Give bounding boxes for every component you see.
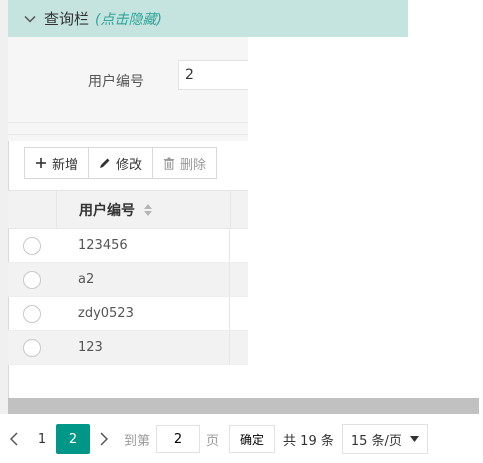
edit-button-label: 修改 <box>116 157 143 173</box>
table-header: 用户编号 <box>8 190 248 229</box>
row-radio[interactable] <box>23 270 41 289</box>
plus-icon <box>36 158 46 168</box>
pagination: 1 2 到第 页 确定 共 19 条 15 条/页 <box>0 424 428 454</box>
add-button[interactable]: 新增 <box>24 147 90 179</box>
user-id-input[interactable] <box>178 60 258 90</box>
row-radio[interactable] <box>23 236 41 255</box>
divider <box>8 134 248 135</box>
table-row[interactable]: 123456 <box>8 229 248 263</box>
table-row[interactable]: a2 <box>8 263 248 297</box>
page-size-select[interactable]: 15 条/页 <box>341 424 428 454</box>
next-page-button[interactable] <box>90 424 118 454</box>
chevron-right-icon <box>100 432 108 446</box>
edit-button[interactable]: 修改 <box>88 147 154 179</box>
goto-confirm-button[interactable]: 确定 <box>229 425 276 453</box>
blank-area <box>248 37 483 388</box>
query-bar-header[interactable]: 查询栏 (点击隐藏) <box>8 0 409 37</box>
prev-page-button[interactable] <box>0 424 28 454</box>
divider <box>8 122 248 123</box>
page-size-value: 15 条/页 <box>350 433 402 449</box>
chevron-left-icon <box>10 432 18 446</box>
total-count: 共 19 条 <box>283 433 334 449</box>
user-id-cell: 123 <box>56 331 230 364</box>
horizontal-scrollbar[interactable] <box>8 398 479 414</box>
goto-prefix: 到第 <box>124 433 151 449</box>
row-radio[interactable] <box>23 338 41 357</box>
sort-icon[interactable] <box>143 203 153 217</box>
table-row[interactable]: 123 <box>8 331 248 365</box>
form-footer <box>8 105 248 141</box>
delete-button[interactable]: 删除 <box>152 147 218 179</box>
data-table: 用户编号 123456 a2 zdy0523 123 <box>8 190 248 365</box>
header-select-cell <box>8 191 57 228</box>
table-row[interactable]: zdy0523 <box>8 297 248 331</box>
table-toolbar: 新增 修改 删除 <box>24 147 218 179</box>
goto-suffix: 页 <box>206 433 220 449</box>
user-id-cell: 123456 <box>56 229 230 262</box>
row-radio[interactable] <box>23 304 41 323</box>
user-id-cell: a2 <box>56 263 230 296</box>
chevron-down-icon <box>24 15 36 23</box>
user-id-label: 用户编号 <box>88 74 144 90</box>
column-header-user-id[interactable]: 用户编号 <box>57 191 231 228</box>
pencil-icon <box>100 158 110 168</box>
caret-down-icon <box>409 436 419 442</box>
page-2-button[interactable]: 2 <box>56 424 90 454</box>
page-1-button[interactable]: 1 <box>28 424 56 454</box>
add-button-label: 新增 <box>52 157 79 173</box>
blank-area <box>408 0 483 37</box>
query-bar-hint[interactable]: (点击隐藏) <box>95 9 162 29</box>
query-bar-title: 查询栏 <box>44 10 90 28</box>
user-id-cell: zdy0523 <box>56 297 230 330</box>
trash-icon <box>164 157 175 170</box>
column-header-label: 用户编号 <box>79 202 135 219</box>
delete-button-label: 删除 <box>180 157 207 173</box>
goto-page-input[interactable] <box>156 425 201 453</box>
